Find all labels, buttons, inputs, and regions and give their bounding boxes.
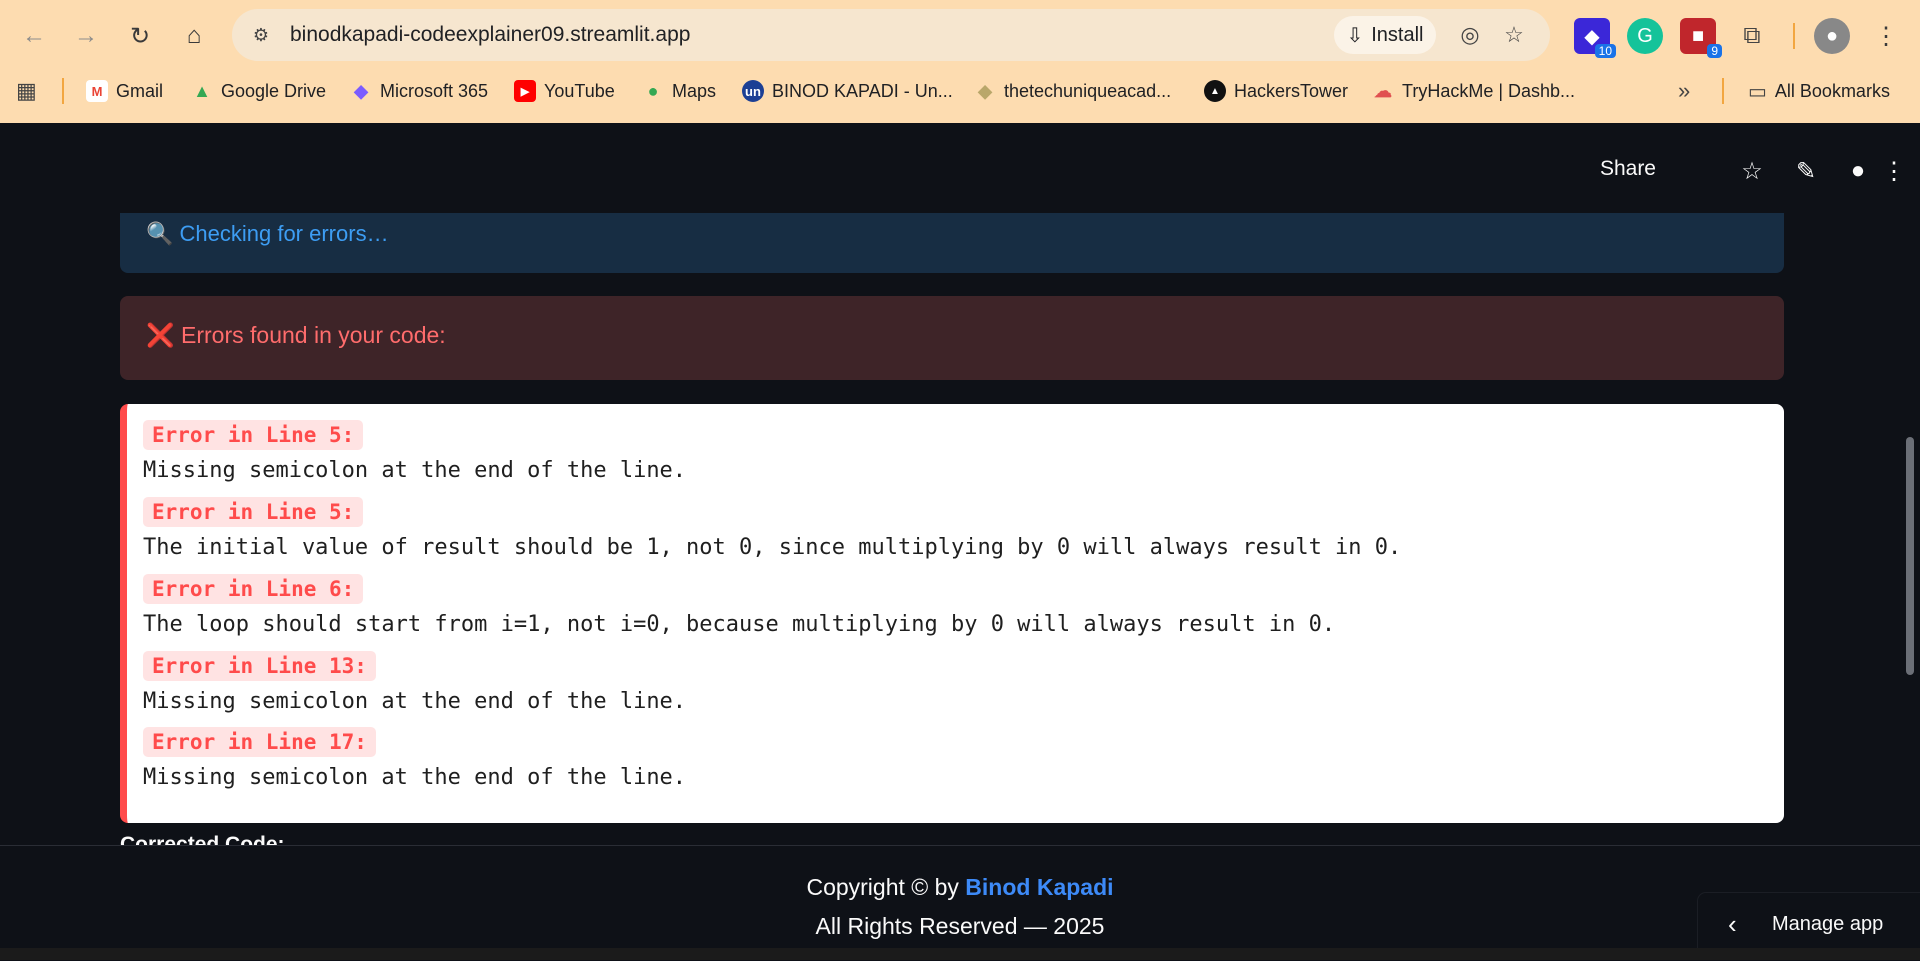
taskbar-edge [0,948,1920,960]
browser-chrome: ← → ↻ ⌂ ⚙ binodkapadi-codeexplainer09.st… [0,0,1920,123]
folder-icon: ▭ [1748,80,1767,103]
back-icon[interactable]: ← [18,20,50,52]
shield-icon: ◆ [978,80,992,101]
copyright-prefix: Copyright © by [806,874,966,900]
install-icon: ⇩ [1346,24,1364,47]
page-scrollbar[interactable] [1906,437,1914,675]
corrected-code-heading: Corrected Code: [120,833,285,845]
eye-off-icon[interactable]: ◎ [1456,21,1484,49]
reload-icon[interactable]: ↻ [124,20,156,52]
rights-text: All Rights Reserved — 2025 [815,913,1105,939]
bookmark-google-drive[interactable]: ▲ Google Drive [191,76,326,106]
bookmark-label: thetechuniqueacad... [1004,80,1172,101]
install-button[interactable]: ⇩ Install [1334,16,1436,54]
error-line-tag: Error in Line 5: [143,420,364,450]
toolbar-divider [1793,23,1795,49]
checking-info-alert: 🔍 Checking for errors… [120,213,1784,273]
edit-pencil-icon[interactable]: ✎ [1790,155,1822,187]
footer: Copyright © by Binod Kapadi All Rights R… [0,845,1920,961]
address-bar[interactable]: ⚙ binodkapadi-codeexplainer09.streamlit.… [232,9,1550,61]
browser-toolbar: ← → ↻ ⌂ ⚙ binodkapadi-codeexplainer09.st… [0,0,1920,72]
drive-icon: ▲ [193,80,211,101]
bookmark-label: Maps [672,80,717,101]
bookmark-label: TryHackMe | Dashb... [1402,80,1576,101]
more-bookmarks-icon[interactable]: » [1678,76,1690,106]
bookmark-label: HackersTower [1234,80,1349,101]
bookmarks-divider [62,78,64,104]
bookmark-label: YouTube [544,80,615,101]
bookmark-binod-kapadi[interactable]: un BINOD KAPADI - Un... [742,76,953,106]
error-item: Error in Line 5: Missing semicolon at th… [143,420,686,483]
error-description: Missing semicolon at the end of the line… [143,765,687,790]
error-line-tag: Error in Line 6: [143,574,364,604]
star-icon[interactable]: ☆ [1500,21,1528,49]
install-label: Install [1371,23,1424,46]
apps-grid-icon[interactable]: ▦ [16,76,37,106]
un-icon: un [742,80,764,102]
hackerstower-icon: ▲ [1204,80,1226,102]
all-bookmarks-button[interactable]: ▭ All Bookmarks [1748,76,1890,106]
grammarly-icon[interactable]: G [1627,18,1663,54]
app-menu-kebab-icon[interactable]: ⋮ [1878,155,1910,187]
share-button[interactable]: Share [1600,157,1656,181]
home-icon[interactable]: ⌂ [178,20,210,52]
puzzle-icon[interactable]: ⧉ [1734,18,1770,54]
extension-3-icon[interactable]: ■ 9 [1680,18,1722,58]
error-line-tag: Error in Line 17: [143,727,376,757]
app-page: Share ☆ ✎ ● ⋮ 🔍 Checking for errors… ❌ E… [0,123,1920,961]
bookmark-label: BINOD KAPADI - Un... [772,80,953,101]
bookmark-hackerstower[interactable]: ▲ HackersTower [1204,76,1348,106]
microsoft365-icon: ◆ [354,80,368,101]
all-bookmarks-label: All Bookmarks [1774,80,1890,101]
chevron-left-icon: ‹ [1728,909,1737,939]
github-icon[interactable]: ● [1842,155,1874,187]
bookmark-microsoft-365[interactable]: ◆ Microsoft 365 [350,76,488,106]
error-description: The loop should start from i=1, not i=0,… [143,612,1336,637]
error-item: Error in Line 5: The initial value of re… [143,497,1401,560]
error-list-card: Error in Line 5: Missing semicolon at th… [120,404,1784,823]
bookmark-tryhackme[interactable]: ☁ TryHackMe | Dashb... [1372,76,1575,106]
error-line-tag: Error in Line 5: [143,497,364,527]
site-info-icon[interactable]: ⚙ [246,21,276,49]
bookmarks-divider [1722,78,1724,104]
checking-text: 🔍 Checking for errors… [146,221,389,246]
bookmark-label: Gmail [116,80,164,101]
gmail-icon: M [86,80,108,102]
bookmark-youtube[interactable]: ▶ YouTube [514,76,615,106]
bookmarks-bar: ▦ M Gmail ▲ Google Drive ◆ Microsoft 365… [0,76,1920,106]
tryhackme-icon: ☁ [1374,80,1392,101]
error-description: Missing semicolon at the end of the line… [143,458,687,483]
error-item: Error in Line 17: Missing semicolon at t… [143,727,686,790]
error-description: The initial value of result should be 1,… [143,535,1402,560]
bookmark-maps[interactable]: ● Maps [642,76,716,106]
url-text[interactable]: binodkapadi-codeexplainer09.streamlit.ap… [290,23,690,47]
bookmark-label: Microsoft 365 [380,80,489,101]
error-description: Missing semicolon at the end of the line… [143,689,687,714]
extension-1-badge: 10 [1594,44,1616,58]
copyright-line: Copyright © by Binod Kapadi [0,874,1920,901]
youtube-icon: ▶ [514,80,536,102]
error-item: Error in Line 13: Missing semicolon at t… [143,651,686,714]
star-icon[interactable]: ☆ [1736,155,1768,187]
menu-kebab-icon[interactable]: ⋮ [1870,20,1902,52]
manage-app-label: Manage app [1772,913,1884,935]
error-line-tag: Error in Line 13: [143,651,376,681]
extension-1-icon[interactable]: ◆ 10 [1574,18,1616,58]
profile-avatar[interactable]: ● [1814,18,1850,54]
error-item: Error in Line 6: The loop should start f… [143,574,1335,637]
author-link[interactable]: Binod Kapadi [965,874,1113,900]
maps-icon: ● [647,80,659,101]
bookmark-gmail[interactable]: M Gmail [86,76,163,106]
errors-found-text: ❌ Errors found in your code: [146,322,446,348]
errors-found-alert: ❌ Errors found in your code: [120,296,1784,380]
forward-icon[interactable]: → [70,20,102,52]
extension-3-badge: 9 [1707,44,1722,58]
bookmark-thetechuniqueacad[interactable]: ◆ thetechuniqueacad... [974,76,1171,106]
bookmark-label: Google Drive [221,80,327,101]
